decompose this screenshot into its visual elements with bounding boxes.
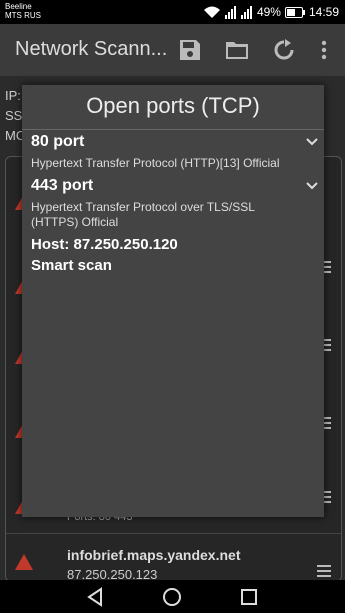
wifi-icon xyxy=(203,6,220,18)
port-description: Hypertext Transfer Protocol (HTTP)[13] O… xyxy=(31,156,280,170)
device-hostname: infobrief.maps.yandex.net xyxy=(67,547,241,563)
refresh-button[interactable] xyxy=(270,36,298,64)
port-description: Hypertext Transfer Protocol over TLS/SSL… xyxy=(31,200,255,229)
chevron-down-icon[interactable] xyxy=(306,182,318,190)
ssid-label: SS xyxy=(5,108,23,123)
save-icon xyxy=(180,40,200,60)
carrier-line1: Beeline xyxy=(5,2,32,11)
chevron-down-icon[interactable] xyxy=(306,138,318,146)
ip-label: IP: xyxy=(5,88,21,103)
battery-icon xyxy=(284,6,305,18)
recents-icon[interactable] xyxy=(238,586,260,608)
app-bar: Network Scann... xyxy=(0,24,345,76)
signal-icon-2 xyxy=(240,6,252,19)
carrier-line2: MTS RUS xyxy=(5,11,41,20)
list-divider xyxy=(6,533,341,534)
open-ports-dialog: Open ports (TCP) 80 port Hypertext Trans… xyxy=(22,85,324,517)
carrier-info: Beeline MTS RUS xyxy=(5,2,41,20)
navigation-bar xyxy=(0,580,345,613)
dialog-title: Open ports (TCP) xyxy=(86,93,260,118)
battery-percent: 49% xyxy=(256,5,281,19)
port-title: 443 port xyxy=(31,177,94,194)
clock: 14:59 xyxy=(308,5,339,19)
host-label: Host: 87.250.250.120 xyxy=(31,236,178,253)
home-icon[interactable] xyxy=(161,586,183,608)
open-folder-button[interactable] xyxy=(223,36,251,64)
more-options-button[interactable] xyxy=(310,36,338,64)
refresh-icon xyxy=(274,39,294,60)
port-title: 80 port xyxy=(31,133,85,150)
status-bar: Beeline MTS RUS 49% 14:59 xyxy=(0,0,345,24)
signal-icon xyxy=(224,6,236,19)
save-button[interactable] xyxy=(176,36,204,64)
menu-icon[interactable] xyxy=(317,565,331,577)
app-title: Network Scann... xyxy=(15,38,168,60)
scan-type-label: Smart scan xyxy=(31,257,112,274)
warning-icon xyxy=(15,554,33,570)
folder-icon xyxy=(226,42,248,59)
back-icon[interactable] xyxy=(84,586,106,608)
more-vert-icon xyxy=(321,40,327,60)
dialog-divider xyxy=(22,129,324,130)
